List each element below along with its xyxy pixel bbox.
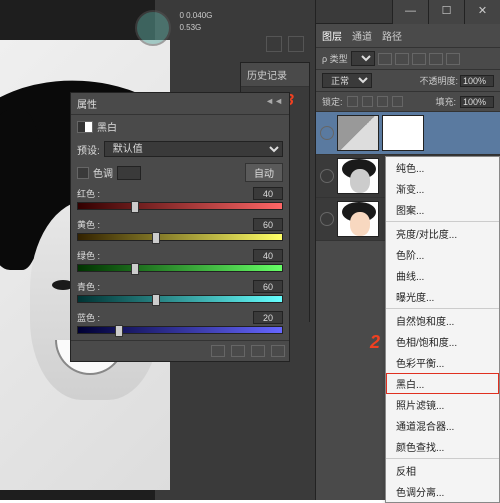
minimize-button[interactable]: — <box>392 0 428 24</box>
menu-item[interactable]: 照片滤镜... <box>386 394 499 415</box>
color-slider[interactable] <box>77 233 283 241</box>
slider-thumb[interactable] <box>152 232 160 244</box>
color-label: 黄色 : <box>77 218 100 231</box>
color-value-input[interactable] <box>253 218 283 231</box>
collapse-arrows-icon[interactable]: ◄◄ <box>265 96 283 111</box>
lock-all-icon[interactable] <box>392 96 403 107</box>
filter-adjust-icon[interactable] <box>395 53 409 65</box>
reset-icon[interactable] <box>231 345 245 357</box>
properties-tab[interactable]: 属性 <box>77 96 97 111</box>
tab-paths[interactable]: 路径 <box>382 28 402 43</box>
tint-swatch[interactable] <box>117 166 141 180</box>
tint-label: 色调 <box>93 165 113 180</box>
annotation-2: 2 <box>370 332 380 353</box>
eye-icon[interactable] <box>320 169 334 183</box>
history-title: 历史记录 <box>241 63 309 87</box>
layer-thumb-adjustment[interactable] <box>337 115 379 151</box>
layer-thumb-image[interactable] <box>337 158 379 194</box>
menu-item[interactable]: 色相/饱和度... <box>386 331 499 352</box>
color-label: 青色 : <box>77 280 100 293</box>
filter-smart-icon[interactable] <box>446 53 460 65</box>
lock-label: 锁定: <box>322 95 343 108</box>
tool-icon[interactable] <box>266 36 282 52</box>
opacity-label: 不透明度: <box>419 74 458 87</box>
color-slider[interactable] <box>77 264 283 272</box>
stat-line-2: 0.53G <box>179 22 212 34</box>
menu-item[interactable]: 色彩平衡... <box>386 352 499 373</box>
color-slider[interactable] <box>77 326 283 334</box>
filter-shape-icon[interactable] <box>429 53 443 65</box>
lock-pixels-icon[interactable] <box>362 96 373 107</box>
top-status: 0 0.040G 0.53G <box>135 10 212 51</box>
layer-thumb-mask[interactable] <box>382 115 424 151</box>
menu-item[interactable]: 曲线... <box>386 265 499 286</box>
menu-separator <box>386 458 499 459</box>
color-slider[interactable] <box>77 295 283 303</box>
fill-value[interactable]: 100% <box>460 96 494 108</box>
visibility-icon[interactable] <box>251 345 265 357</box>
color-value-input[interactable] <box>253 249 283 262</box>
slider-thumb[interactable] <box>115 325 123 337</box>
menu-item[interactable]: 自然饱和度... <box>386 310 499 331</box>
menu-separator <box>386 221 499 222</box>
trash-icon[interactable] <box>271 345 285 357</box>
color-slider[interactable] <box>77 202 283 210</box>
color-label: 绿色 : <box>77 249 100 262</box>
window-controls: — ☐ ✕ <box>316 0 500 24</box>
layers-tabs: 图层 通道 路径 <box>316 24 500 48</box>
kind-label: ρ 类型 <box>322 52 348 65</box>
lock-transparency-icon[interactable] <box>347 96 358 107</box>
menu-item[interactable]: 曝光度... <box>386 286 499 307</box>
menu-item[interactable]: 反相 <box>386 460 499 481</box>
menu-item[interactable]: 颜色查找... <box>386 436 499 457</box>
menu-item[interactable]: 色阶... <box>386 244 499 265</box>
adjustment-title: 黑白 <box>97 119 117 134</box>
layer-row[interactable] <box>316 112 500 155</box>
filter-image-icon[interactable] <box>378 53 392 65</box>
slider-thumb[interactable] <box>131 201 139 213</box>
slider-thumb[interactable] <box>131 263 139 275</box>
tint-checkbox[interactable] <box>77 167 89 179</box>
menu-separator <box>386 308 499 309</box>
menu-item[interactable]: 通道混合器... <box>386 415 499 436</box>
menu-item[interactable]: 亮度/对比度... <box>386 223 499 244</box>
color-value-input[interactable] <box>253 280 283 293</box>
kind-filter[interactable] <box>351 51 375 66</box>
color-label: 红色 : <box>77 187 100 200</box>
lock-position-icon[interactable] <box>377 96 388 107</box>
properties-panel: 属性 ◄◄ 黑白 预设: 默认值 色调 自动 红色 : <box>70 92 290 362</box>
auto-button[interactable]: 自动 <box>245 163 283 182</box>
blend-mode-select[interactable]: 正常 <box>322 73 372 88</box>
opacity-value[interactable]: 100% <box>460 75 494 87</box>
slider-thumb[interactable] <box>152 294 160 306</box>
color-value-input[interactable] <box>253 187 283 200</box>
stat-line-1: 0 0.040G <box>179 10 212 22</box>
preset-label: 预设: <box>77 142 100 157</box>
eye-icon[interactable] <box>320 126 334 140</box>
footer-icon[interactable] <box>211 345 225 357</box>
layer-thumb-image[interactable] <box>337 201 379 237</box>
adjustment-layer-menu: 纯色...渐变...图案... 亮度/对比度...色阶...曲线...曝光度...… <box>385 156 500 503</box>
menu-item[interactable]: 图案... <box>386 199 499 220</box>
color-label: 蓝色 : <box>77 311 100 324</box>
menu-item[interactable]: 色调分离... <box>386 481 499 502</box>
preset-select[interactable]: 默认值 <box>104 141 283 157</box>
tab-channels[interactable]: 通道 <box>352 28 372 43</box>
black-white-icon <box>77 121 93 133</box>
menu-item[interactable]: 渐变... <box>386 178 499 199</box>
top-toolbar-icons <box>265 36 305 57</box>
maximize-button[interactable]: ☐ <box>428 0 464 24</box>
tab-layers[interactable]: 图层 <box>322 28 342 43</box>
fill-label: 填充: <box>435 95 456 108</box>
filter-text-icon[interactable] <box>412 53 426 65</box>
tool-icon[interactable] <box>288 36 304 52</box>
eye-icon[interactable] <box>320 212 334 226</box>
close-button[interactable]: ✕ <box>464 0 500 24</box>
color-value-input[interactable] <box>253 311 283 324</box>
menu-item[interactable]: 黑白... <box>386 373 499 394</box>
menu-item[interactable]: 纯色... <box>386 157 499 178</box>
